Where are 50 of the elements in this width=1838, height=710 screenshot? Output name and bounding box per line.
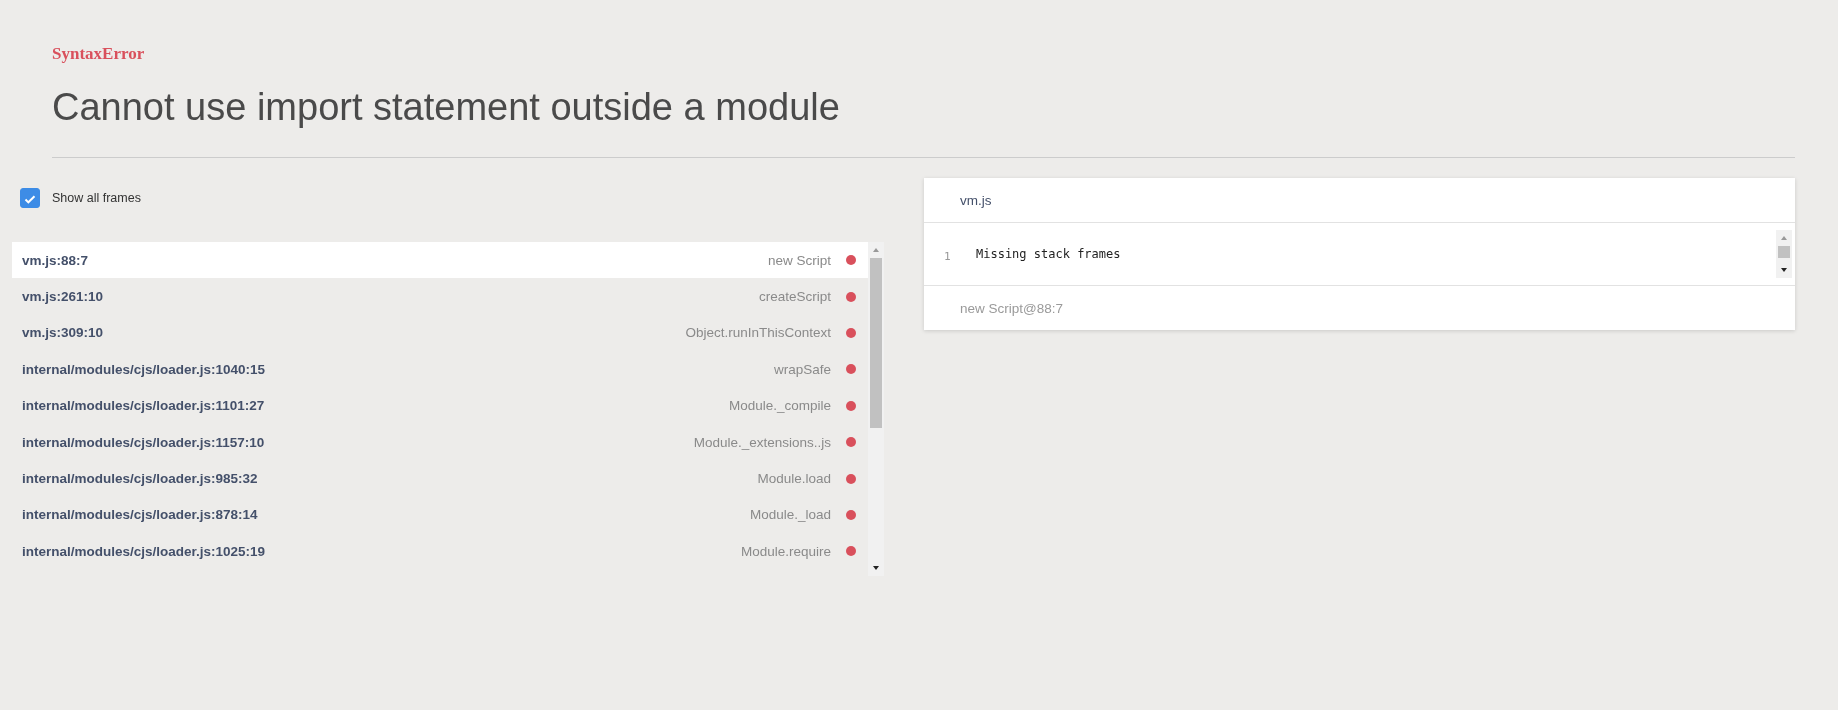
frame-function: Module._compile <box>728 398 831 414</box>
status-dot <box>846 473 856 484</box>
frame-location: internal/modules/cjs/loader.js:878:14 <box>22 507 258 523</box>
frame-function: createScript <box>758 289 831 305</box>
status-dot <box>846 437 856 448</box>
stack-frame-row[interactable]: internal/modules/cjs/loader.js:1025:19 Module.require <box>12 533 868 570</box>
stack-frame-row[interactable]: vm.js:261:10 createScript <box>12 278 868 315</box>
error-type: SyntaxError <box>52 44 145 64</box>
frame-reference: new Script@88:7 <box>960 300 1063 316</box>
error-message: Cannot use import statement outside a module <box>52 86 840 129</box>
frame-location: internal/modules/cjs/loader.js:1157:10 <box>22 434 265 450</box>
status-dot <box>846 327 856 338</box>
stack-frame-row[interactable]: internal/modules/cjs/loader.js:878:14 Module._load <box>12 496 868 534</box>
frame-location: internal/modules/cjs/loader.js:1040:15 <box>22 361 266 377</box>
frame-function: Module.load <box>757 471 831 487</box>
frame-function: Object.runInThisContext <box>685 325 831 341</box>
scroll-down-icon[interactable] <box>1779 266 1789 274</box>
frame-function: Module._load <box>749 507 831 523</box>
status-dot <box>846 255 856 266</box>
checkbox-label[interactable]: Show all frames <box>52 191 141 205</box>
scroll-up-icon[interactable] <box>1779 234 1789 242</box>
frame-location: internal/modules/cjs/loader.js:1101:27 <box>22 398 265 414</box>
status-dot <box>846 546 856 557</box>
frame-location: vm.js:261:10 <box>22 289 104 305</box>
file-name: vm.js <box>960 192 992 208</box>
line-number: 1 <box>944 248 952 263</box>
frame-function: new Script <box>767 252 831 268</box>
stack-frame-row[interactable]: internal/modules/cjs/loader.js:1157:10 Module._extensions..js <box>12 423 868 461</box>
frame-location: internal/modules/cjs/loader.js:985:32 <box>22 471 258 487</box>
frame-function: wrapSafe <box>773 361 831 377</box>
stack-frame-row[interactable]: internal/modules/cjs/loader.js:1040:15 wrapSafe <box>12 351 868 388</box>
frame-function: Module.require <box>740 543 831 559</box>
scrollbar[interactable] <box>1776 230 1792 278</box>
frame-location: vm.js:88:7 <box>22 252 89 268</box>
stack-frame-row[interactable]: internal/modules/cjs/loader.js:985:32 Module.load <box>12 460 868 497</box>
frame-function: Module._extensions..js <box>693 434 831 450</box>
scrollbar[interactable] <box>868 242 884 576</box>
stack-frame-row[interactable]: vm.js:88:7 new Script <box>12 242 868 279</box>
stack-frame-row[interactable]: internal/modules/cjs/loader.js:1101:27 Module._compile <box>12 387 868 424</box>
frame-location: vm.js:309:10 <box>22 325 104 341</box>
status-dot <box>846 291 856 302</box>
frame-location: internal/modules/cjs/loader.js:1025:19 <box>22 543 266 559</box>
status-dot <box>846 509 856 520</box>
code-line: Missing stack frames <box>976 247 1121 261</box>
status-dot <box>846 364 856 375</box>
stack-frame-row[interactable]: vm.js:309:10 Object.runInThisContext <box>12 314 868 352</box>
checkbox[interactable] <box>20 188 40 208</box>
status-dot <box>846 400 856 411</box>
scroll-up-icon[interactable] <box>871 246 881 254</box>
scroll-down-icon[interactable] <box>871 564 881 572</box>
